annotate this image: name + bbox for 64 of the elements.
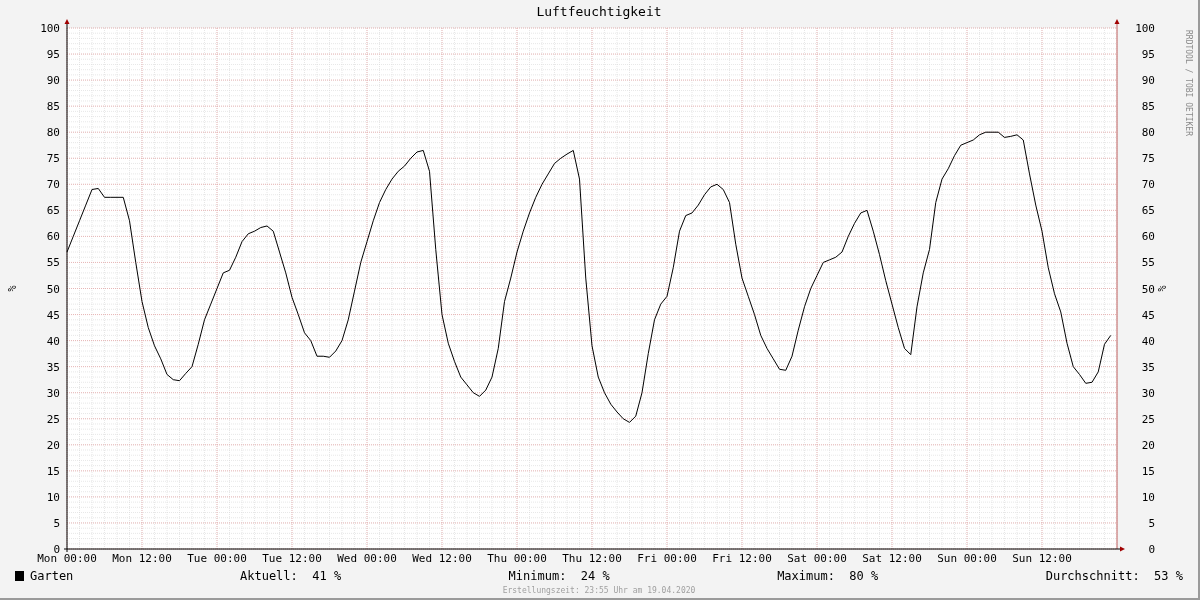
chart-title: Luftfeuchtigkeit xyxy=(536,5,662,18)
axis-tick-label: 95 xyxy=(46,48,60,62)
axis-tick-label: 25 xyxy=(1141,412,1155,426)
stat-text: Maximum: 80 % xyxy=(777,570,879,582)
axis-tick-label: Fri 12:00 xyxy=(712,552,772,565)
axis-tick-label: Sat 12:00 xyxy=(862,552,922,565)
axis-tick-label: Sat 00:00 xyxy=(787,552,847,565)
axis-tick-label: 90 xyxy=(46,74,60,88)
axis-tick-label: 5 xyxy=(53,516,60,530)
legend-label: Garten xyxy=(30,570,74,582)
axis-tick-label: 95 xyxy=(1141,48,1155,62)
axis-tick-label: 30 xyxy=(46,386,60,400)
axis-tick-label: Wed 12:00 xyxy=(412,552,472,565)
axis-tick-label: 20 xyxy=(1141,438,1155,452)
axis-tick-label: 50 xyxy=(1141,282,1155,296)
axis-tick-label: 80 xyxy=(46,126,60,140)
axis-tick-label: 80 xyxy=(1141,126,1155,140)
credit-text: RRDTOOL / TOBI OETIKER xyxy=(1184,30,1193,136)
axis-tick-label: Tue 12:00 xyxy=(262,552,322,565)
axis-tick-label: 75 xyxy=(1141,152,1155,166)
axis-tick-label: 5 xyxy=(1148,516,1155,530)
axis-tick-label: 10 xyxy=(46,490,60,504)
axis-tick-label: 85 xyxy=(46,100,60,114)
creation-time-text: Erstellungszeit: 23:55 Uhr am 19.04.2020 xyxy=(502,587,696,595)
axis-tick-label: 10 xyxy=(1141,490,1155,504)
axis-tick-label: Thu 00:00 xyxy=(487,552,547,565)
axis-tick-label: 55 xyxy=(1141,256,1155,270)
axis-tick-label: 45 xyxy=(1141,308,1155,322)
axis-tick-label: 75 xyxy=(46,152,60,166)
axis-tick-label: 60 xyxy=(1141,230,1155,244)
axis-tick-label: 40 xyxy=(1141,334,1155,348)
axis-tick-label: 90 xyxy=(1141,74,1155,88)
axis-tick-label: 45 xyxy=(46,308,60,322)
axis-tick-label: 85 xyxy=(1141,100,1155,114)
axis-tick-label: 65 xyxy=(46,204,60,218)
axis-title: % xyxy=(6,285,17,292)
axis-tick-label: 0 xyxy=(1148,543,1155,556)
axis-tick-label: 70 xyxy=(1141,178,1155,192)
axis-tick-label: Sun 12:00 xyxy=(1012,552,1072,565)
axis-tick-label: 100 xyxy=(1135,22,1155,35)
axis-tick-label: 35 xyxy=(46,360,60,374)
axis-tick-label: Mon 12:00 xyxy=(112,552,172,565)
axis-tick-label: Fri 00:00 xyxy=(637,552,697,565)
axis-tick-label: 20 xyxy=(46,438,60,452)
axis-tick-label: 15 xyxy=(46,464,60,478)
stat-text: Durchschnitt: 53 % xyxy=(1045,570,1183,582)
axis-tick-label: 100 xyxy=(40,22,60,35)
axis-tick-label: 40 xyxy=(46,334,60,348)
stat-text: Minimum: 24 % xyxy=(508,570,610,582)
axis-tick-label: 15 xyxy=(1141,464,1155,478)
axis-tick-label: 60 xyxy=(46,230,60,244)
axis-tick-label: 30 xyxy=(1141,386,1155,400)
stat-text: Aktuell: 41 % xyxy=(240,570,342,582)
axis-tick-label: 25 xyxy=(46,412,60,426)
axis-tick-label: 70 xyxy=(46,178,60,192)
axis-tick-label: 55 xyxy=(46,256,60,270)
axis-tick-label: Sun 00:00 xyxy=(937,552,997,565)
axis-tick-label: Thu 12:00 xyxy=(562,552,622,565)
axis-tick-label: 35 xyxy=(1141,360,1155,374)
axis-tick-label: Wed 00:00 xyxy=(337,552,397,565)
axis-tick-label: 65 xyxy=(1141,204,1155,218)
axis-title: % xyxy=(1156,285,1167,292)
axis-tick-label: Tue 00:00 xyxy=(187,552,247,565)
axis-tick-label: 50 xyxy=(46,282,60,296)
